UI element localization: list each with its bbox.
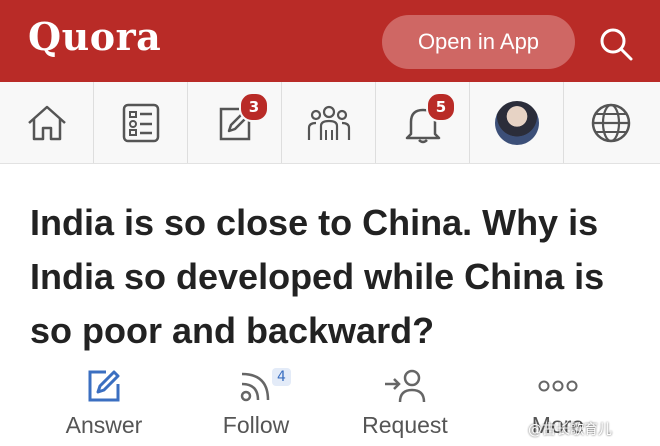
answer-button[interactable]: Answer bbox=[54, 362, 154, 446]
answer-list-icon bbox=[122, 103, 159, 142]
nav-bar: 3 5 bbox=[0, 82, 660, 164]
notification-badge: 5 bbox=[426, 92, 456, 122]
top-bar: Quora Open in App bbox=[0, 0, 660, 82]
language-globe-icon bbox=[591, 103, 631, 142]
nav-profile[interactable] bbox=[470, 82, 564, 163]
nav-language[interactable] bbox=[564, 82, 658, 163]
watermark: @古长歌育儿 bbox=[528, 422, 612, 438]
request-label: Request bbox=[362, 412, 448, 438]
write-badge: 3 bbox=[239, 92, 269, 122]
answer-pencil-icon bbox=[88, 370, 120, 402]
more-dots-icon bbox=[538, 380, 578, 392]
nav-spaces[interactable] bbox=[282, 82, 376, 163]
nav-home[interactable] bbox=[0, 82, 94, 163]
avatar bbox=[494, 100, 539, 145]
nav-notifications[interactable]: 5 bbox=[376, 82, 470, 163]
follow-rss-icon bbox=[240, 372, 270, 402]
request-button[interactable]: Request bbox=[352, 362, 458, 446]
home-icon bbox=[27, 105, 66, 140]
follow-button[interactable]: 4 Follow bbox=[206, 362, 306, 446]
nav-write[interactable]: 3 bbox=[188, 82, 282, 163]
nav-answer[interactable] bbox=[94, 82, 188, 163]
quora-logo[interactable]: Quora bbox=[28, 14, 161, 59]
follow-label: Follow bbox=[222, 412, 290, 438]
request-user-arrow-icon bbox=[385, 369, 426, 403]
open-in-app-button[interactable]: Open in App bbox=[382, 15, 575, 69]
answer-label: Answer bbox=[65, 412, 143, 438]
question-title[interactable]: India is so close to China. Why is India… bbox=[30, 196, 640, 358]
spaces-icon bbox=[307, 105, 350, 140]
follow-count-badge: 4 bbox=[272, 368, 291, 386]
search-icon[interactable] bbox=[596, 24, 636, 64]
